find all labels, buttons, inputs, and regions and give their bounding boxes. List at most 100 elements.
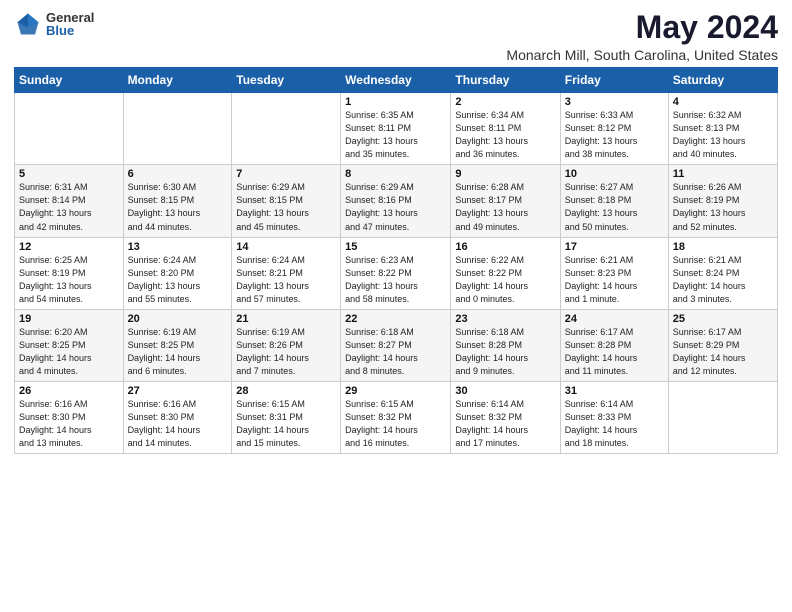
calendar-cell: 10Sunrise: 6:27 AM Sunset: 8:18 PM Dayli… (560, 165, 668, 237)
calendar-cell: 6Sunrise: 6:30 AM Sunset: 8:15 PM Daylig… (123, 165, 232, 237)
day-info: Sunrise: 6:16 AM Sunset: 8:30 PM Dayligh… (128, 398, 228, 450)
logo: General Blue (14, 10, 94, 38)
day-info: Sunrise: 6:17 AM Sunset: 8:29 PM Dayligh… (673, 326, 773, 378)
day-number: 20 (128, 313, 228, 325)
day-number: 5 (19, 168, 119, 180)
logo-icon (14, 10, 42, 38)
calendar-cell: 11Sunrise: 6:26 AM Sunset: 8:19 PM Dayli… (668, 165, 777, 237)
day-info: Sunrise: 6:34 AM Sunset: 8:11 PM Dayligh… (455, 109, 555, 161)
calendar-cell (15, 93, 124, 165)
day-number: 3 (565, 96, 664, 108)
day-number: 21 (236, 313, 336, 325)
weekday-saturday: Saturday (668, 68, 777, 93)
day-number: 29 (345, 385, 446, 397)
day-info: Sunrise: 6:33 AM Sunset: 8:12 PM Dayligh… (565, 109, 664, 161)
day-number: 15 (345, 241, 446, 253)
day-info: Sunrise: 6:31 AM Sunset: 8:14 PM Dayligh… (19, 181, 119, 233)
header: General Blue May 2024 Monarch Mill, Sout… (14, 10, 778, 63)
calendar-cell: 29Sunrise: 6:15 AM Sunset: 8:32 PM Dayli… (341, 381, 451, 453)
calendar-title: May 2024 (506, 10, 778, 45)
calendar-cell: 8Sunrise: 6:29 AM Sunset: 8:16 PM Daylig… (341, 165, 451, 237)
day-number: 31 (565, 385, 664, 397)
calendar-week-1: 5Sunrise: 6:31 AM Sunset: 8:14 PM Daylig… (15, 165, 778, 237)
calendar-cell: 22Sunrise: 6:18 AM Sunset: 8:27 PM Dayli… (341, 309, 451, 381)
weekday-header-row: SundayMondayTuesdayWednesdayThursdayFrid… (15, 68, 778, 93)
day-number: 9 (455, 168, 555, 180)
calendar-cell: 31Sunrise: 6:14 AM Sunset: 8:33 PM Dayli… (560, 381, 668, 453)
day-number: 22 (345, 313, 446, 325)
calendar-header: SundayMondayTuesdayWednesdayThursdayFrid… (15, 68, 778, 93)
day-number: 25 (673, 313, 773, 325)
day-info: Sunrise: 6:24 AM Sunset: 8:20 PM Dayligh… (128, 254, 228, 306)
day-number: 23 (455, 313, 555, 325)
day-info: Sunrise: 6:25 AM Sunset: 8:19 PM Dayligh… (19, 254, 119, 306)
day-number: 30 (455, 385, 555, 397)
calendar-cell: 14Sunrise: 6:24 AM Sunset: 8:21 PM Dayli… (232, 237, 341, 309)
day-number: 2 (455, 96, 555, 108)
day-number: 1 (345, 96, 446, 108)
day-number: 18 (673, 241, 773, 253)
calendar-week-2: 12Sunrise: 6:25 AM Sunset: 8:19 PM Dayli… (15, 237, 778, 309)
day-info: Sunrise: 6:27 AM Sunset: 8:18 PM Dayligh… (565, 181, 664, 233)
day-info: Sunrise: 6:15 AM Sunset: 8:32 PM Dayligh… (345, 398, 446, 450)
calendar-table: SundayMondayTuesdayWednesdayThursdayFrid… (14, 67, 778, 454)
calendar-week-4: 26Sunrise: 6:16 AM Sunset: 8:30 PM Dayli… (15, 381, 778, 453)
calendar-cell: 19Sunrise: 6:20 AM Sunset: 8:25 PM Dayli… (15, 309, 124, 381)
day-info: Sunrise: 6:20 AM Sunset: 8:25 PM Dayligh… (19, 326, 119, 378)
calendar-cell: 26Sunrise: 6:16 AM Sunset: 8:30 PM Dayli… (15, 381, 124, 453)
weekday-tuesday: Tuesday (232, 68, 341, 93)
day-info: Sunrise: 6:14 AM Sunset: 8:33 PM Dayligh… (565, 398, 664, 450)
weekday-friday: Friday (560, 68, 668, 93)
weekday-sunday: Sunday (15, 68, 124, 93)
day-number: 27 (128, 385, 228, 397)
page: General Blue May 2024 Monarch Mill, Sout… (0, 0, 792, 612)
calendar-cell: 24Sunrise: 6:17 AM Sunset: 8:28 PM Dayli… (560, 309, 668, 381)
day-number: 6 (128, 168, 228, 180)
day-info: Sunrise: 6:19 AM Sunset: 8:25 PM Dayligh… (128, 326, 228, 378)
day-info: Sunrise: 6:35 AM Sunset: 8:11 PM Dayligh… (345, 109, 446, 161)
logo-blue-text: Blue (46, 24, 94, 37)
day-info: Sunrise: 6:15 AM Sunset: 8:31 PM Dayligh… (236, 398, 336, 450)
calendar-cell: 4Sunrise: 6:32 AM Sunset: 8:13 PM Daylig… (668, 93, 777, 165)
day-number: 24 (565, 313, 664, 325)
day-info: Sunrise: 6:28 AM Sunset: 8:17 PM Dayligh… (455, 181, 555, 233)
weekday-monday: Monday (123, 68, 232, 93)
logo-text: General Blue (46, 11, 94, 37)
calendar-cell: 20Sunrise: 6:19 AM Sunset: 8:25 PM Dayli… (123, 309, 232, 381)
calendar-week-0: 1Sunrise: 6:35 AM Sunset: 8:11 PM Daylig… (15, 93, 778, 165)
day-info: Sunrise: 6:16 AM Sunset: 8:30 PM Dayligh… (19, 398, 119, 450)
day-info: Sunrise: 6:24 AM Sunset: 8:21 PM Dayligh… (236, 254, 336, 306)
calendar-cell (668, 381, 777, 453)
day-number: 12 (19, 241, 119, 253)
calendar-cell: 17Sunrise: 6:21 AM Sunset: 8:23 PM Dayli… (560, 237, 668, 309)
title-block: May 2024 Monarch Mill, South Carolina, U… (506, 10, 778, 63)
calendar-cell: 23Sunrise: 6:18 AM Sunset: 8:28 PM Dayli… (451, 309, 560, 381)
day-number: 8 (345, 168, 446, 180)
day-info: Sunrise: 6:32 AM Sunset: 8:13 PM Dayligh… (673, 109, 773, 161)
day-number: 14 (236, 241, 336, 253)
calendar-cell: 15Sunrise: 6:23 AM Sunset: 8:22 PM Dayli… (341, 237, 451, 309)
day-number: 10 (565, 168, 664, 180)
weekday-wednesday: Wednesday (341, 68, 451, 93)
day-info: Sunrise: 6:21 AM Sunset: 8:23 PM Dayligh… (565, 254, 664, 306)
day-number: 7 (236, 168, 336, 180)
day-number: 13 (128, 241, 228, 253)
day-number: 4 (673, 96, 773, 108)
calendar-cell: 27Sunrise: 6:16 AM Sunset: 8:30 PM Dayli… (123, 381, 232, 453)
day-info: Sunrise: 6:29 AM Sunset: 8:16 PM Dayligh… (345, 181, 446, 233)
day-info: Sunrise: 6:21 AM Sunset: 8:24 PM Dayligh… (673, 254, 773, 306)
calendar-cell: 1Sunrise: 6:35 AM Sunset: 8:11 PM Daylig… (341, 93, 451, 165)
calendar-cell: 2Sunrise: 6:34 AM Sunset: 8:11 PM Daylig… (451, 93, 560, 165)
day-info: Sunrise: 6:18 AM Sunset: 8:27 PM Dayligh… (345, 326, 446, 378)
day-info: Sunrise: 6:14 AM Sunset: 8:32 PM Dayligh… (455, 398, 555, 450)
calendar-cell: 5Sunrise: 6:31 AM Sunset: 8:14 PM Daylig… (15, 165, 124, 237)
calendar-cell: 18Sunrise: 6:21 AM Sunset: 8:24 PM Dayli… (668, 237, 777, 309)
calendar-cell: 30Sunrise: 6:14 AM Sunset: 8:32 PM Dayli… (451, 381, 560, 453)
day-number: 19 (19, 313, 119, 325)
day-number: 11 (673, 168, 773, 180)
calendar-cell: 9Sunrise: 6:28 AM Sunset: 8:17 PM Daylig… (451, 165, 560, 237)
calendar-week-3: 19Sunrise: 6:20 AM Sunset: 8:25 PM Dayli… (15, 309, 778, 381)
calendar-cell: 3Sunrise: 6:33 AM Sunset: 8:12 PM Daylig… (560, 93, 668, 165)
day-number: 28 (236, 385, 336, 397)
day-info: Sunrise: 6:30 AM Sunset: 8:15 PM Dayligh… (128, 181, 228, 233)
